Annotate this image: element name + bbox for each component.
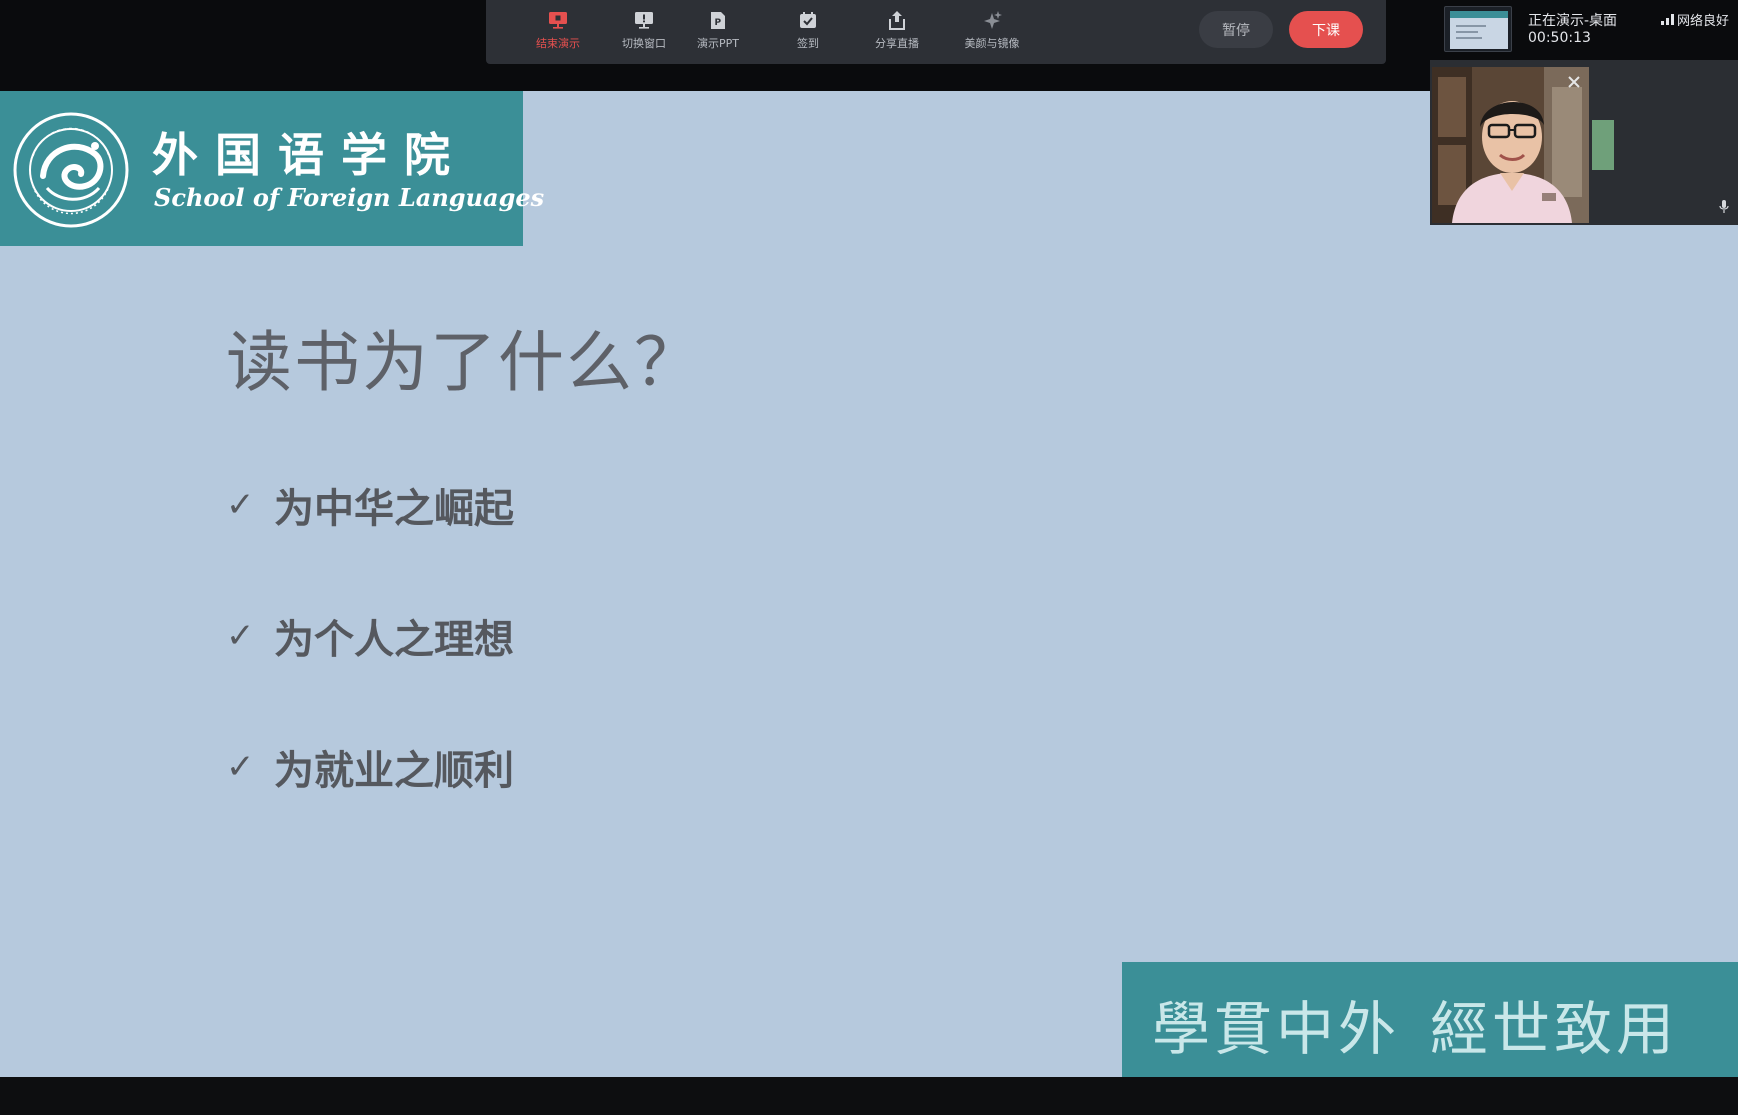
end-presentation-label: 结束演示 (536, 37, 580, 50)
switch-window-label: 切换窗口 (622, 37, 666, 50)
presentation-toolbar: 结束演示 切换窗口 P 演示PPT 签到 分享直播 美颜与镜像 暂停 下课 (486, 0, 1386, 64)
end-class-button[interactable]: 下课 (1289, 11, 1363, 48)
present-ppt-button[interactable]: P 演示PPT (673, 10, 763, 56)
bullet-item: ✓ 为个人之理想 (226, 607, 514, 665)
beauty-mirror-button[interactable]: 美颜与镜像 (947, 10, 1037, 56)
school-name-cn: 外国语学院 (152, 128, 467, 182)
motto-part-1: 學貫中外 (1152, 995, 1401, 1063)
svg-text:P: P (715, 18, 722, 28)
beauty-icon (981, 10, 1003, 30)
share-live-label: 分享直播 (875, 37, 919, 50)
share-icon (886, 10, 908, 30)
video-side-view (1592, 120, 1614, 170)
network-label: 网络良好 (1677, 14, 1730, 29)
end-presentation-button[interactable]: 结束演示 (513, 10, 603, 56)
check-in-button[interactable]: 签到 (763, 10, 853, 56)
bullet-text: 为就业之顺利 (274, 748, 514, 794)
motto-part-2: 經世致用 (1430, 995, 1679, 1063)
stop-present-icon (547, 10, 569, 30)
check-mark-icon: ✓ (226, 747, 255, 787)
signal-icon (1661, 10, 1674, 29)
check-in-label: 签到 (797, 37, 819, 50)
switch-window-icon (633, 10, 655, 30)
teacher-webcam-video[interactable] (1432, 67, 1589, 223)
present-ppt-label: 演示PPT (697, 37, 739, 50)
slide-title: 读书为了什么？ (226, 324, 702, 401)
bullet-item: ✓ 为中华之崛起 (226, 476, 514, 534)
shared-slide: 外国语学院 School of Foreign Languages 读书为了什么… (0, 91, 1738, 1077)
screen: 结束演示 切换窗口 P 演示PPT 签到 分享直播 美颜与镜像 暂停 下课 正在… (0, 0, 1738, 1115)
close-video-icon[interactable] (1566, 74, 1582, 90)
school-name-en: School of Foreign Languages (154, 183, 545, 212)
share-live-button[interactable]: 分享直播 (852, 10, 942, 56)
school-banner: 外国语学院 School of Foreign Languages (0, 91, 544, 246)
bullet-text: 为中华之崛起 (274, 486, 514, 532)
check-mark-icon: ✓ (226, 616, 255, 656)
bullet-text: 为个人之理想 (274, 617, 514, 663)
microphone-icon[interactable] (1719, 200, 1729, 214)
pause-button[interactable]: 暂停 (1199, 11, 1273, 48)
school-motto: 學貫中外 經世致用 (1152, 982, 1678, 1066)
presenting-status: 正在演示-桌面 (1528, 13, 1618, 29)
desktop-preview-thumbnail[interactable] (1444, 6, 1512, 52)
check-in-icon (797, 10, 819, 30)
bullet-item: ✓ 为就业之顺利 (226, 738, 514, 796)
ppt-icon: P (707, 10, 729, 30)
network-status: 网络良好 (1661, 10, 1738, 29)
teacher-video-frame (1432, 67, 1589, 223)
bottom-bar (0, 1077, 1738, 1115)
check-mark-icon: ✓ (226, 485, 255, 525)
elapsed-timer: 00:50:13 (1528, 30, 1591, 46)
school-logo (13, 112, 129, 228)
beauty-mirror-label: 美颜与镜像 (964, 37, 1020, 50)
school-motto-banner: 學貫中外 經世致用 (1122, 962, 1738, 1077)
